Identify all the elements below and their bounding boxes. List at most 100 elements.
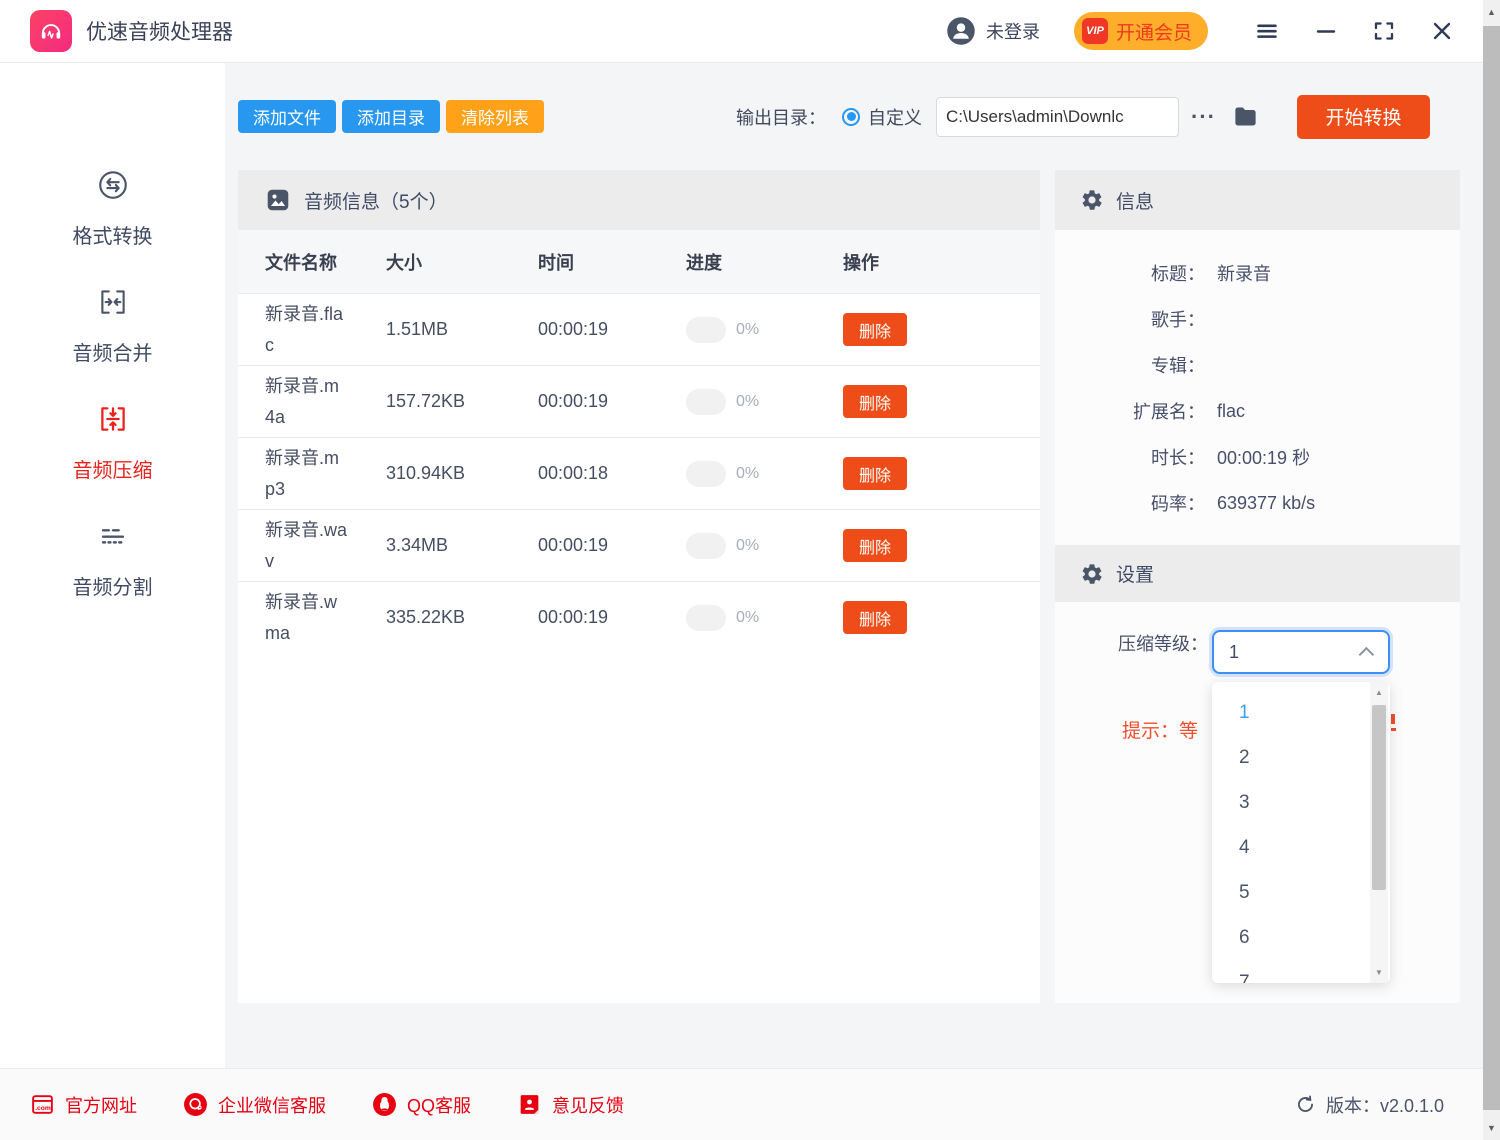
title-bar: 优速音频处理器 未登录 VIP 开通会员 — [0, 0, 1500, 63]
files-panel-title: 音频信息（5个） — [304, 187, 448, 214]
info-label: 专辑： — [1055, 352, 1205, 378]
output-dir-label: 输出目录： — [736, 104, 826, 130]
dropdown-scrollbar[interactable]: ▲ ▼ — [1370, 682, 1388, 983]
files-panel-header: 音频信息（5个） — [238, 170, 1040, 230]
column-progress: 进度 — [686, 249, 843, 275]
file-name: 新录音.mp3 — [265, 443, 347, 505]
refresh-icon[interactable] — [1295, 1094, 1316, 1115]
dropdown-option[interactable]: 6 — [1212, 915, 1390, 960]
start-convert-button[interactable]: 开始转换 — [1297, 95, 1430, 139]
delete-button[interactable]: 删除 — [843, 385, 907, 418]
sidebar-item-label: 音频分割 — [73, 571, 153, 600]
compress-level-value: 1 — [1229, 642, 1239, 663]
dropdown-option[interactable]: 5 — [1212, 870, 1390, 915]
scroll-down-icon[interactable]: ▼ — [1370, 968, 1388, 977]
maximize-icon[interactable] — [1372, 19, 1396, 43]
progress-percent: 0% — [736, 609, 759, 627]
file-time: 00:00:19 — [538, 607, 686, 628]
progress-bar — [686, 605, 726, 631]
clear-list-button[interactable]: 清除列表 — [446, 100, 544, 133]
delete-button[interactable]: 删除 — [843, 529, 907, 562]
scroll-up-icon[interactable]: ▲ — [1370, 688, 1388, 697]
output-path-input[interactable] — [936, 97, 1179, 137]
file-size: 3.34MB — [386, 535, 538, 556]
add-file-button[interactable]: 添加文件 — [238, 100, 336, 133]
settings-panel-title: 设置 — [1116, 560, 1154, 587]
close-icon[interactable] — [1430, 19, 1454, 43]
table-header: 文件名称 大小 时间 进度 操作 — [238, 230, 1040, 293]
table-row[interactable]: 新录音.m4a 157.72KB 00:00:19 0% 删除 — [238, 365, 1040, 437]
info-label: 扩展名： — [1055, 398, 1205, 424]
open-vip-button[interactable]: VIP 开通会员 — [1074, 12, 1208, 50]
chevron-up-icon — [1359, 646, 1375, 662]
vip-button-label: 开通会员 — [1116, 18, 1192, 45]
delete-button[interactable]: 删除 — [843, 457, 907, 490]
footer-link-label: 官方网址 — [65, 1092, 137, 1118]
progress-percent: 0% — [736, 393, 759, 411]
footer-link-label: 意见反馈 — [552, 1092, 624, 1118]
file-time: 00:00:19 — [538, 391, 686, 412]
vip-icon: VIP — [1082, 18, 1108, 44]
info-panel-body: 标题：新录音 歌手： 专辑： 扩展名：flac 时长：00:00:19 秒 码率… — [1055, 230, 1460, 545]
browse-more-button[interactable]: ··· — [1191, 104, 1216, 130]
file-name: 新录音.flac — [265, 299, 347, 361]
info-panel-header: 信息 — [1055, 170, 1460, 230]
table-row[interactable]: 新录音.flac 1.51MB 00:00:19 0% 删除 — [238, 293, 1040, 365]
file-name: 新录音.wav — [265, 515, 347, 577]
custom-dir-radio-label: 自定义 — [868, 104, 922, 130]
info-label: 码率： — [1055, 490, 1205, 516]
compress-level-select[interactable]: 1 — [1212, 630, 1390, 674]
column-size: 大小 — [386, 249, 538, 275]
headphones-icon — [38, 18, 64, 44]
table-row[interactable]: 新录音.mp3 310.94KB 00:00:18 0% 删除 — [238, 437, 1040, 509]
table-row[interactable]: 新录音.wma 335.22KB 00:00:19 0% 删除 — [238, 581, 1040, 653]
file-size: 310.94KB — [386, 463, 538, 484]
menu-icon[interactable] — [1254, 18, 1280, 44]
scroll-down-icon[interactable]: ▼ — [1483, 1123, 1500, 1133]
custom-dir-radio[interactable] — [842, 108, 860, 126]
right-panel: 信息 标题：新录音 歌手： 专辑： 扩展名：flac 时长：00:00:19 秒… — [1055, 170, 1460, 1003]
dropdown-option[interactable]: 3 — [1212, 780, 1390, 825]
dropdown-option[interactable]: 4 — [1212, 825, 1390, 870]
footer-link-qq-support[interactable]: QQ客服 — [372, 1092, 471, 1118]
progress-percent: 0% — [736, 321, 759, 339]
delete-button[interactable]: 删除 — [843, 313, 907, 346]
app-title: 优速音频处理器 — [86, 16, 233, 46]
dropdown-option[interactable]: 7 — [1212, 960, 1390, 983]
sidebar-item-audio-compress[interactable]: 音频压缩 — [0, 402, 225, 483]
progress-bar — [686, 533, 726, 559]
delete-button[interactable]: 删除 — [843, 601, 907, 634]
compress-level-label: 压缩等级： — [1118, 630, 1212, 656]
file-time: 00:00:19 — [538, 535, 686, 556]
window-scrollbar-thumb[interactable] — [1483, 26, 1500, 1110]
info-label: 时长： — [1055, 444, 1205, 470]
wechat-icon — [183, 1092, 208, 1117]
dropdown-option[interactable]: 2 — [1212, 735, 1390, 780]
login-status[interactable]: 未登录 — [946, 16, 1040, 46]
version-label: 版本：v2.0.1.0 — [1326, 1092, 1444, 1118]
scroll-up-icon[interactable]: ▲ — [1483, 7, 1500, 17]
main-content: 添加文件 添加目录 清除列表 输出目录： 自定义 ··· 开始转换 音频信息（5… — [225, 63, 1483, 1068]
file-size: 157.72KB — [386, 391, 538, 412]
format-convert-icon — [96, 168, 130, 207]
column-action: 操作 — [843, 249, 1040, 275]
dropdown-option[interactable]: 1 — [1212, 690, 1390, 735]
window-scrollbar[interactable]: ▲ ▼ — [1483, 0, 1500, 1140]
add-directory-button[interactable]: 添加目录 — [342, 100, 440, 133]
footer-link-feedback[interactable]: 意见反馈 — [517, 1092, 624, 1118]
file-size: 335.22KB — [386, 607, 538, 628]
gear-icon — [1080, 562, 1104, 586]
info-value: 639377 kb/s — [1217, 493, 1315, 514]
footer-link-website[interactable]: .com 官方网址 — [30, 1092, 137, 1118]
sidebar-item-format-convert[interactable]: 格式转换 — [0, 168, 225, 249]
footer: .com 官方网址 企业微信客服 QQ客服 意见反馈 — [0, 1068, 1500, 1140]
footer-link-wechat-support[interactable]: 企业微信客服 — [183, 1092, 326, 1118]
open-folder-icon[interactable] — [1232, 103, 1259, 130]
minimize-icon[interactable] — [1314, 19, 1338, 43]
file-name: 新录音.m4a — [265, 371, 347, 433]
sidebar-item-audio-split[interactable]: 音频分割 — [0, 519, 225, 600]
sidebar-item-audio-merge[interactable]: 音频合并 — [0, 285, 225, 366]
dropdown-scrollbar-thumb[interactable] — [1372, 705, 1386, 890]
table-row[interactable]: 新录音.wav 3.34MB 00:00:19 0% 删除 — [238, 509, 1040, 581]
info-value: flac — [1217, 401, 1245, 422]
